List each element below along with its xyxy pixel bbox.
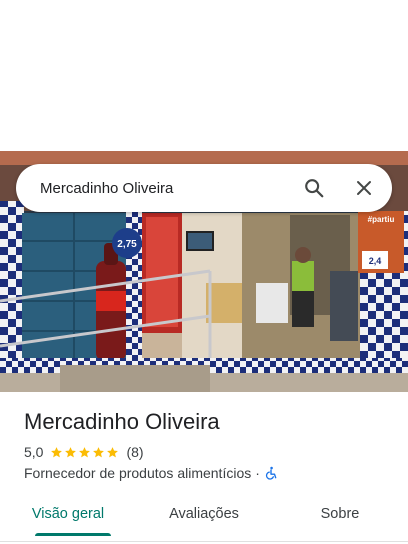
close-button[interactable] bbox=[344, 168, 384, 208]
tabs-divider bbox=[0, 541, 408, 542]
rating-row[interactable]: 5,0 (8) bbox=[24, 444, 144, 460]
partiu-sign-label: #partiu bbox=[368, 215, 395, 224]
place-info-panel: Mercadinho Oliveira 5,0 (8) Fornecedor d… bbox=[0, 392, 408, 544]
search-input[interactable]: Mercadinho Oliveira bbox=[16, 180, 294, 197]
category-row: Fornecedor de produtos alimentícios · bbox=[24, 465, 278, 481]
tab-bar: Visão geral Avaliações Sobre bbox=[0, 502, 408, 542]
search-bar[interactable]: Mercadinho Oliveira bbox=[16, 164, 392, 212]
star-icon bbox=[79, 446, 91, 457]
star-icon bbox=[107, 446, 119, 457]
star-icon bbox=[65, 446, 77, 457]
search-icon bbox=[305, 179, 324, 198]
close-icon bbox=[357, 181, 371, 195]
wheelchair-icon[interactable] bbox=[264, 466, 278, 480]
star-rating bbox=[50, 446, 120, 459]
search-button[interactable] bbox=[294, 168, 334, 208]
place-category[interactable]: Fornecedor de produtos alimentícios bbox=[24, 465, 251, 481]
right-price-label: 2,4 bbox=[369, 256, 382, 266]
rating-value: 5,0 bbox=[24, 444, 44, 460]
separator-dot: · bbox=[255, 465, 260, 481]
tab-reviews[interactable]: Avaliações bbox=[136, 502, 272, 542]
place-title: Mercadinho Oliveira bbox=[24, 409, 220, 434]
star-icon bbox=[93, 446, 105, 457]
bottle-price-label: 2,75 bbox=[117, 239, 137, 250]
star-icon bbox=[51, 446, 63, 457]
tab-about[interactable]: Sobre bbox=[272, 502, 408, 542]
review-count[interactable]: (8) bbox=[126, 444, 143, 460]
tab-overview[interactable]: Visão geral bbox=[0, 502, 136, 542]
